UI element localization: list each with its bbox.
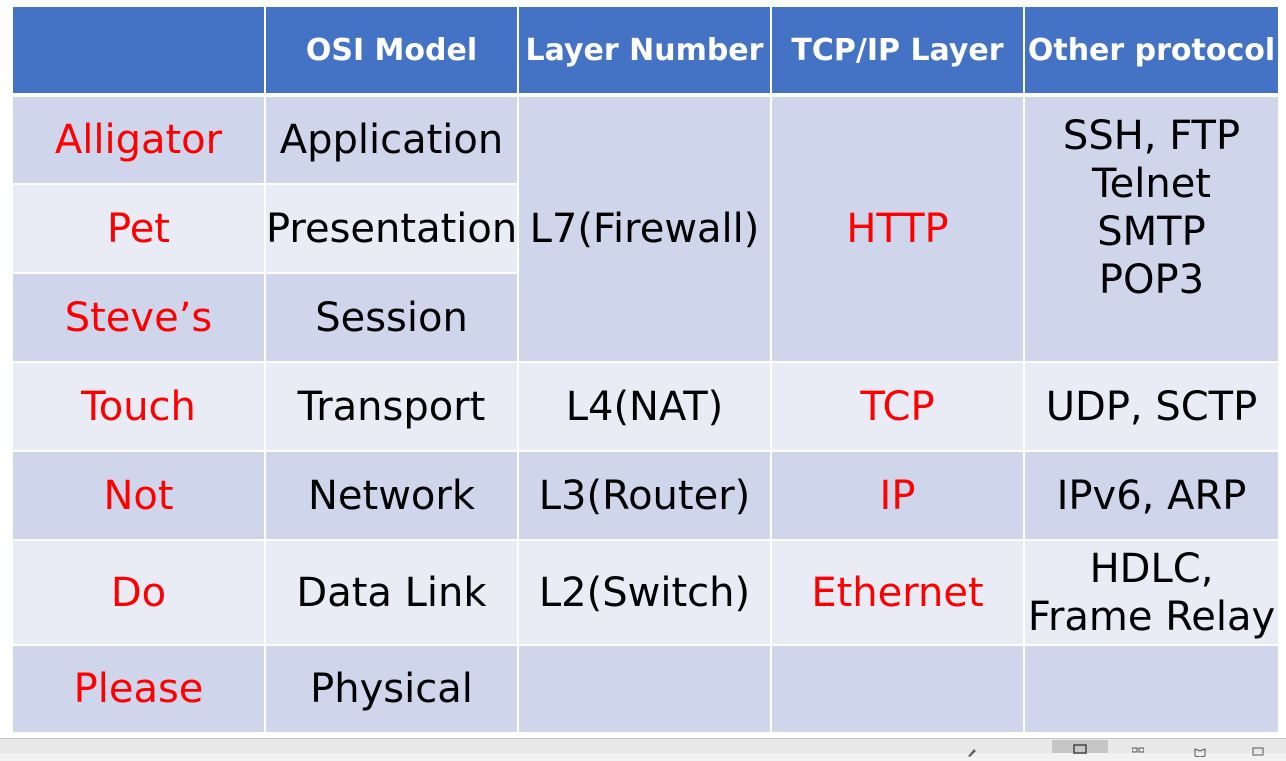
mnemonic-cell: Steve’s — [13, 274, 266, 363]
tcpip-layer-cell: IP — [772, 452, 1025, 541]
protocol-line: POP3 — [1098, 257, 1205, 303]
protocol-line: Frame Relay — [1027, 593, 1276, 640]
table-row: Please Physical — [13, 646, 1280, 734]
protocol-line: HDLC, — [1089, 545, 1214, 592]
table-row: Not Network L3(Router) IP IPv6, ARP — [13, 452, 1280, 541]
mnemonic-cell: Not — [13, 452, 266, 541]
mnemonic-cell: Do — [13, 541, 266, 646]
tcpip-layer-cell: HTTP — [772, 97, 1025, 363]
normal-view-icon[interactable] — [1052, 740, 1108, 754]
slide: OSI Model Layer Number TCP/IP Layer Othe… — [0, 0, 1286, 738]
header-osi-model: OSI Model — [266, 7, 519, 97]
other-protocol-cell — [1025, 646, 1280, 734]
osi-layer-cell: Transport — [266, 363, 519, 452]
header-row: OSI Model Layer Number TCP/IP Layer Othe… — [13, 7, 1280, 97]
protocol-line: Telnet — [1091, 161, 1211, 207]
tcpip-layer-cell — [772, 646, 1025, 734]
layer-number-cell: L7(Firewall) — [519, 97, 772, 363]
layer-number-cell: L3(Router) — [519, 452, 772, 541]
slide-sorter-icon[interactable] — [1131, 742, 1145, 753]
other-protocol-cell: HDLC, Frame Relay — [1025, 541, 1280, 646]
osi-table: OSI Model Layer Number TCP/IP Layer Othe… — [13, 7, 1280, 734]
osi-layer-cell: Data Link — [266, 541, 519, 646]
reading-view-icon[interactable] — [1194, 742, 1206, 758]
osi-layer-cell: Network — [266, 452, 519, 541]
tcpip-layer-cell: TCP — [772, 363, 1025, 452]
other-protocol-cell: UDP, SCTP — [1025, 363, 1280, 452]
tcpip-layer-cell: Ethernet — [772, 541, 1025, 646]
slideshow-icon[interactable] — [1252, 742, 1264, 756]
osi-layer-cell: Session — [266, 274, 519, 363]
protocol-line: SSH, FTP — [1062, 113, 1241, 159]
table-row: Touch Transport L4(NAT) TCP UDP, SCTP — [13, 363, 1280, 452]
header-layer-number: Layer Number — [519, 7, 772, 97]
header-mnemonic — [13, 7, 266, 97]
table-row: Do Data Link L2(Switch) Ethernet HDLC, F… — [13, 541, 1280, 646]
other-protocol-cell: SSH, FTP Telnet SMTP POP3 — [1025, 97, 1280, 363]
mnemonic-cell: Pet — [13, 185, 266, 274]
protocol-line: SMTP — [1097, 209, 1206, 255]
osi-layer-cell: Application — [266, 97, 519, 185]
table-row: Alligator Application L7(Firewall) HTTP … — [13, 97, 1280, 363]
layer-number-cell: L4(NAT) — [519, 363, 772, 452]
osi-layer-cell: Presentation — [266, 185, 519, 274]
status-bar — [0, 738, 1286, 758]
mnemonic-cell: Touch — [13, 363, 266, 452]
header-other-protocol: Other protocol — [1025, 7, 1280, 97]
notes-icon[interactable] — [966, 742, 978, 757]
mnemonic-cell: Alligator — [13, 97, 266, 185]
mnemonic-cell: Please — [13, 646, 266, 734]
other-protocol-cell: IPv6, ARP — [1025, 452, 1280, 541]
layer-number-cell: L2(Switch) — [519, 541, 772, 646]
osi-layer-cell: Physical — [266, 646, 519, 734]
header-tcpip-layer: TCP/IP Layer — [772, 7, 1025, 97]
layer-number-cell — [519, 646, 772, 734]
